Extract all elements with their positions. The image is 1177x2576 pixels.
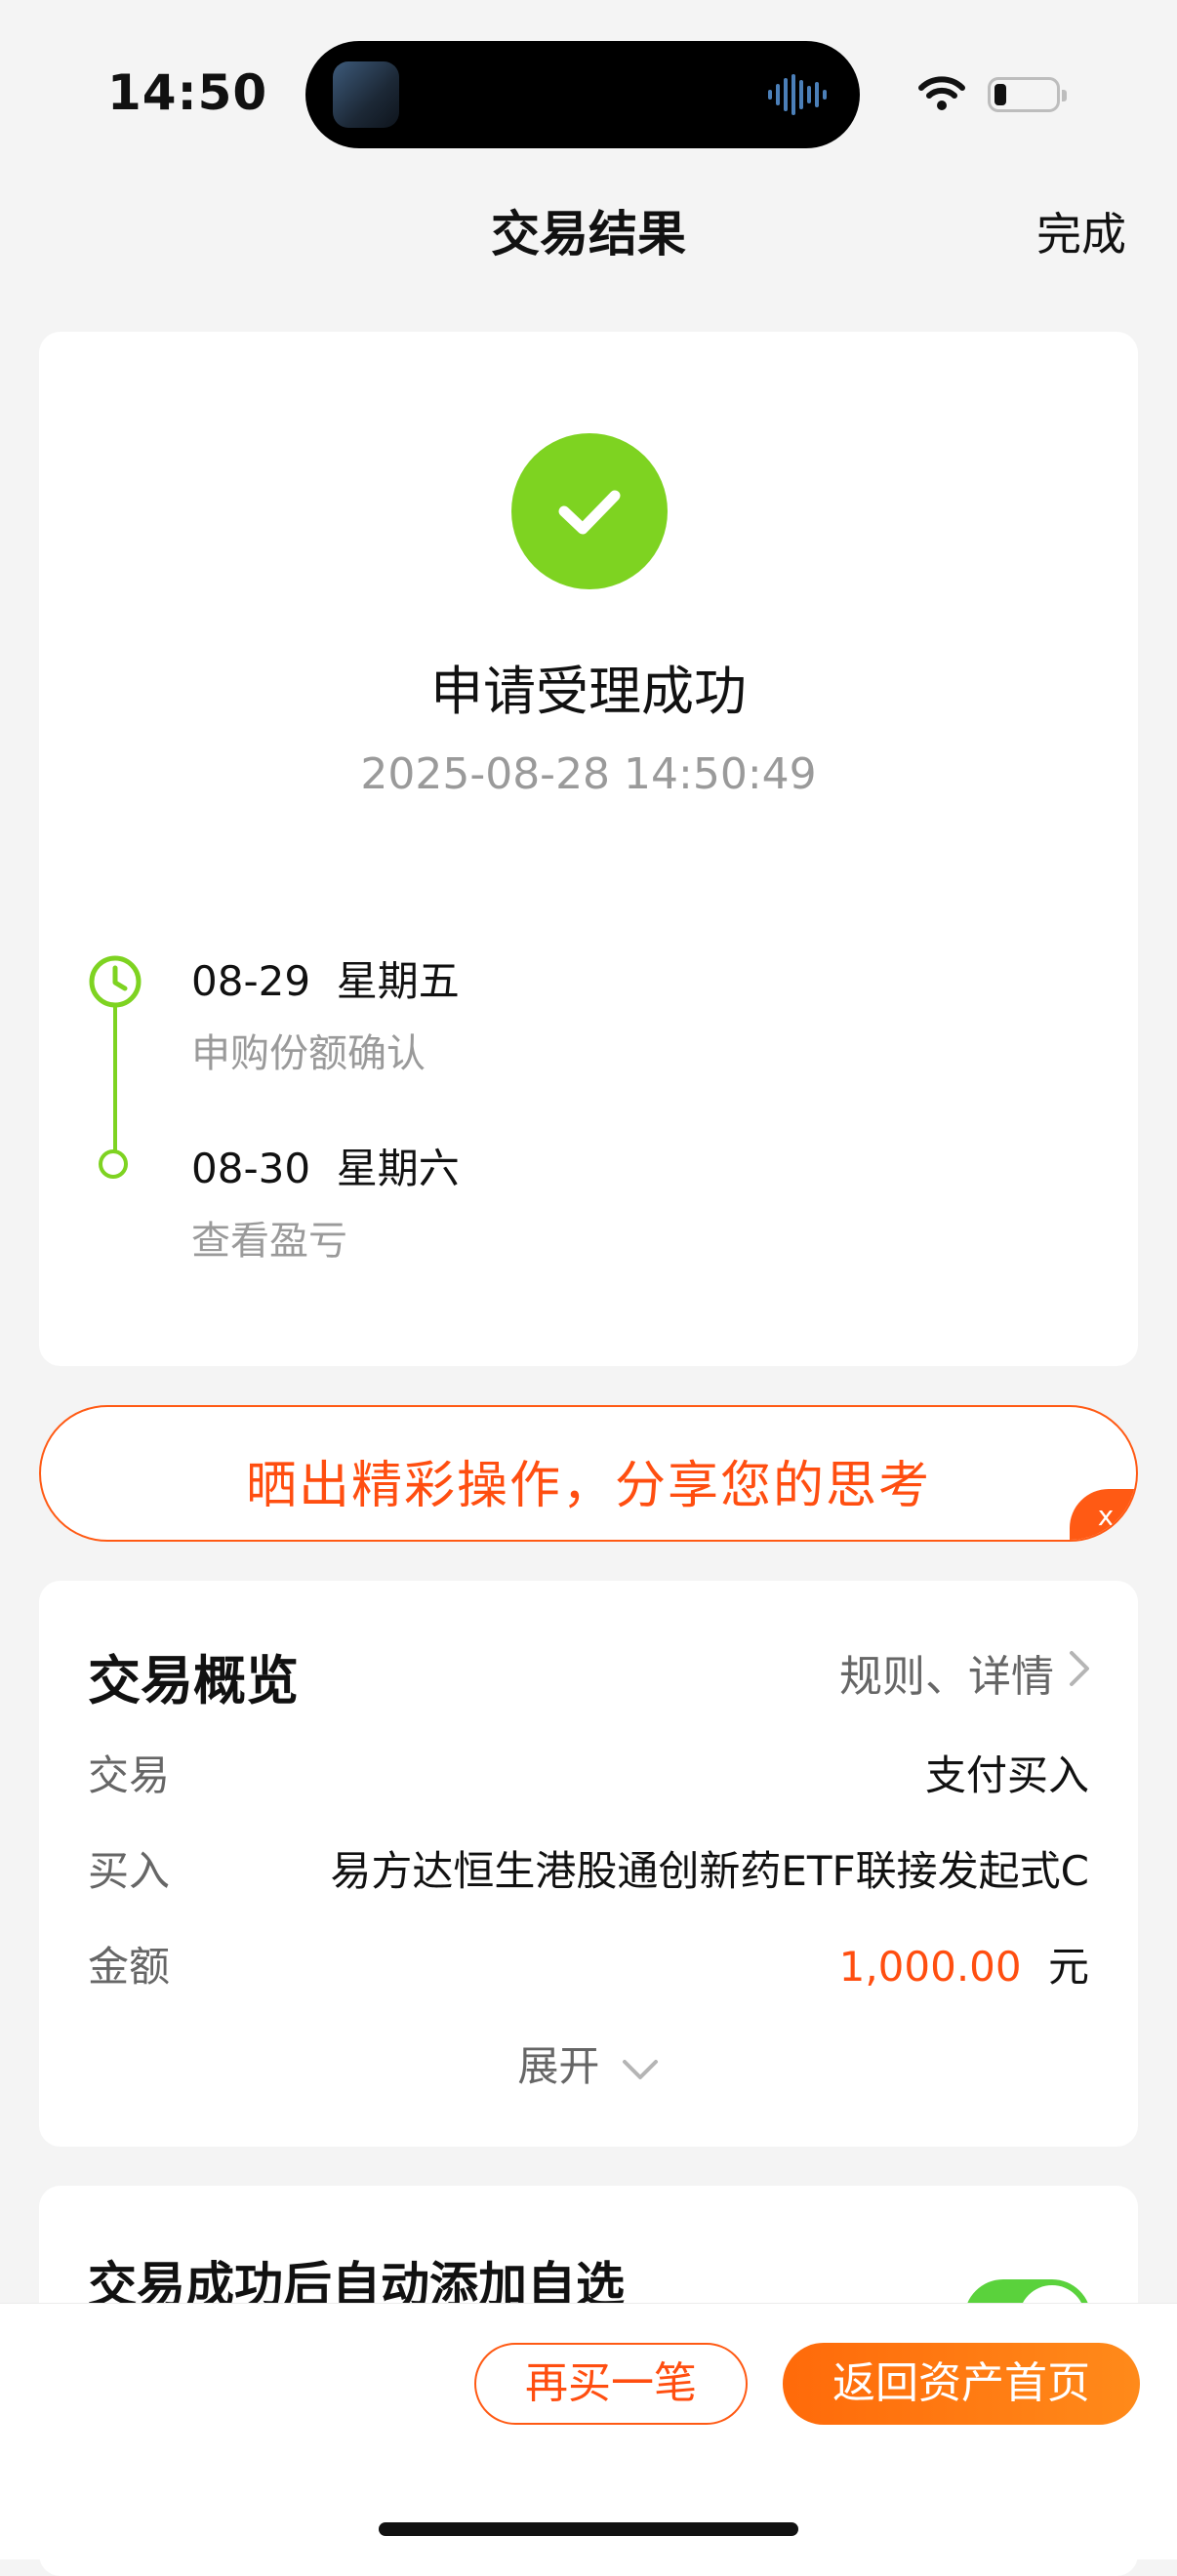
rules-details-link[interactable]: 规则、详情: [839, 1641, 1054, 1704]
wifi-icon: [918, 76, 965, 110]
overview-title: 交易概览: [88, 1650, 299, 1711]
success-check-icon: [511, 433, 668, 589]
result-title: 申请受理成功: [430, 661, 747, 722]
back-to-assets-button[interactable]: 返回资产首页: [783, 2343, 1140, 2425]
row-value-trade: 支付买入: [924, 1751, 1089, 1799]
overview-card: 交易概览 规则、详情 交易 支付买入 买入 易方达恒生港股通创新药ETF联接发起…: [39, 1581, 1138, 2147]
dynamic-island[interactable]: [305, 41, 860, 148]
result-card: 申请受理成功 2025-08-28 14:50:49 08-29 星期五 申购份…: [39, 332, 1138, 1366]
home-indicator[interactable]: [379, 2522, 798, 2536]
step-date: 08-29 星期五: [191, 957, 460, 1005]
expand-button[interactable]: 展开: [39, 2033, 1138, 2093]
result-timestamp: 2025-08-28 14:50:49: [360, 749, 817, 799]
share-banner-text: 晒出精彩操作，分享您的思考: [245, 1457, 931, 1515]
bottom-action-bar: 再买一笔 返回资产首页: [0, 2303, 1177, 2559]
row-value-fund: 易方达恒生港股通创新药ETF联接发起式C: [330, 1847, 1089, 1895]
audio-waveform-icon: [768, 74, 827, 115]
battery-icon: [988, 77, 1067, 112]
timeline-step: 08-29 星期五 申购份额确认: [191, 948, 460, 1078]
row-label-trade: 交易: [88, 1751, 171, 1799]
now-playing-artwork: [333, 61, 399, 128]
timeline-step: 08-30 星期六 查看盈亏: [191, 1136, 460, 1266]
done-button[interactable]: 完成: [1036, 199, 1126, 263]
amount-value: 1,000.00: [838, 1943, 1022, 1991]
chevron-right-icon[interactable]: [1068, 1649, 1091, 1688]
step-desc: 申购份额确认: [191, 1031, 426, 1076]
row-label-amount: 金额: [88, 1943, 171, 1991]
share-banner[interactable]: 晒出精彩操作，分享您的思考 x: [39, 1405, 1138, 1542]
buy-again-button[interactable]: 再买一笔: [474, 2343, 748, 2425]
step-date: 08-30 星期六: [191, 1145, 460, 1192]
row-label-buy: 买入: [88, 1847, 171, 1895]
amount-unit: 元: [1047, 1943, 1089, 1991]
timeline-line: [113, 995, 117, 1169]
chevron-down-icon: [622, 2059, 658, 2079]
status-time: 14:50: [107, 64, 268, 121]
row-value-amount: 1,000.00 元: [839, 1934, 1089, 1993]
timeline-dot-icon: [99, 1149, 128, 1179]
expand-label: 展开: [517, 2042, 600, 2090]
clock-icon: [89, 955, 142, 1008]
page-title: 交易结果: [491, 206, 686, 262]
status-bar: 14:50: [0, 0, 1177, 176]
step-desc: 查看盈亏: [191, 1219, 347, 1264]
